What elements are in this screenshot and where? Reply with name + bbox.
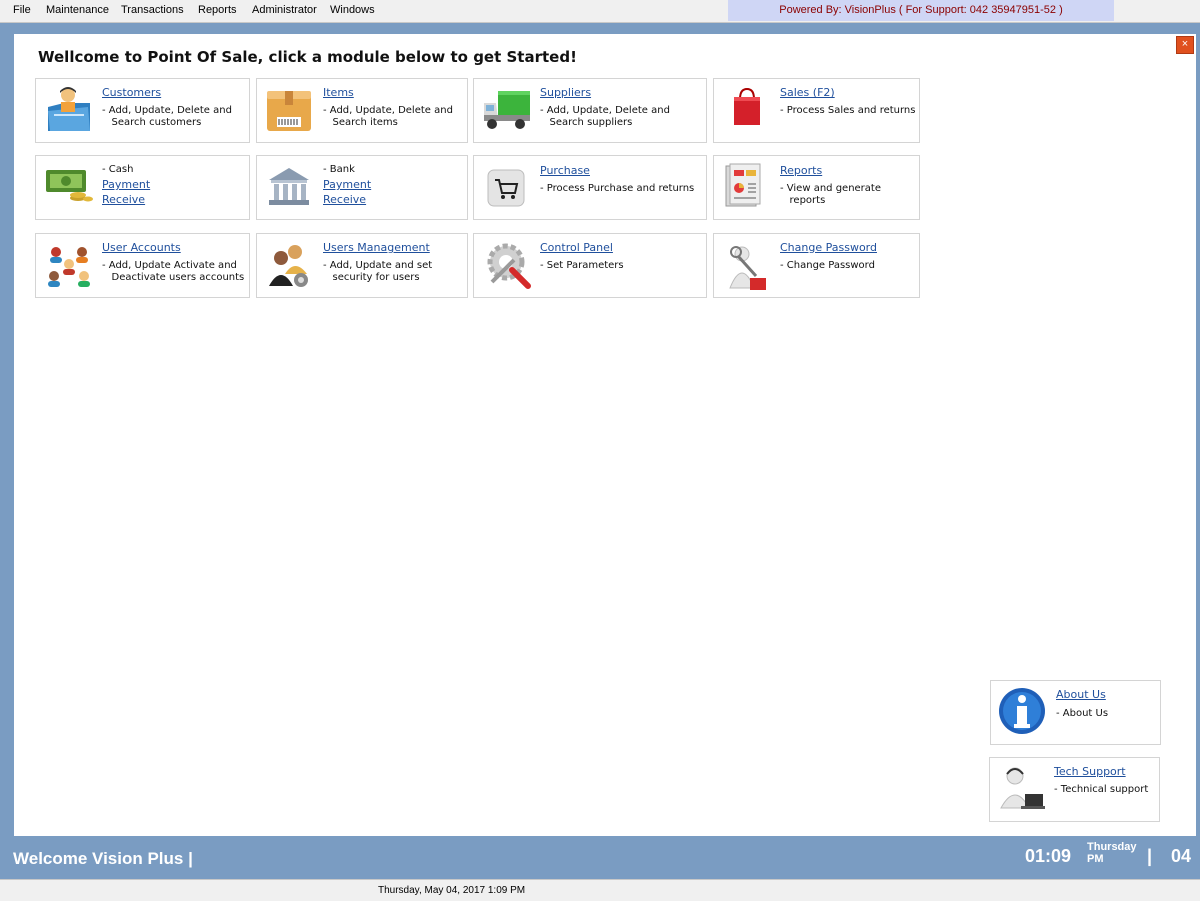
customers-icon [48,87,90,131]
module-control-panel[interactable]: Control Panel - Set Parameters [473,233,707,298]
status-datetime: Thursday, May 04, 2017 1:09 PM [378,885,526,896]
about-us-link[interactable]: About Us [1056,688,1106,701]
sales-link[interactable]: Sales (F2) [780,86,835,99]
users-management-icon [269,245,308,287]
reports-link[interactable]: Reports [780,164,822,177]
items-desc: - Add, Update, Delete and Search items [323,105,453,128]
module-sales[interactable]: Sales (F2) - Process Sales and returns [713,78,920,143]
module-about-us[interactable]: About Us - About Us [990,680,1161,745]
cash-receive-link[interactable]: Receive [102,193,145,206]
powered-by-banner: Powered By: VisionPlus ( For Support: 04… [728,0,1114,21]
bank-payment-link[interactable]: Payment [323,178,371,191]
module-bank[interactable]: - Bank Payment Receive [256,155,468,220]
bank-label: - Bank [323,164,355,175]
module-user-accounts[interactable]: User Accounts - Add, Update Activate and… [35,233,250,298]
purchase-link[interactable]: Purchase [540,164,590,177]
user-accounts-icon [48,247,90,287]
truck-icon [484,91,530,129]
change-password-link[interactable]: Change Password [780,241,877,254]
footer-day-name: Thursday [1087,841,1137,853]
control-panel-link[interactable]: Control Panel [540,241,613,254]
shopping-cart-icon [487,169,525,207]
customers-link[interactable]: Customers [102,86,161,99]
footer-ampm: PM [1087,853,1104,865]
control-panel-gear-icon [487,243,531,289]
control-panel-desc: - Set Parameters [540,260,624,271]
module-items[interactable]: Items - Add, Update, Delete and Search i… [256,78,468,143]
module-change-password[interactable]: Change Password - Change Password [713,233,920,298]
cash-money-icon [46,170,93,202]
page-title: Wellcome to Point Of Sale, click a modul… [38,48,577,66]
about-us-desc: - About Us [1056,708,1109,719]
module-customers[interactable]: Customers - Add, Update, Delete and Sear… [35,78,250,143]
menu-bar: File Maintenance Transactions Reports Ad… [0,0,1200,23]
footer-separator: | [1147,846,1153,866]
change-password-key-icon [729,246,766,290]
menu-maintenance[interactable]: Maintenance [46,4,109,16]
suppliers-desc: - Add, Update, Delete and Search supplie… [540,105,670,128]
module-tech-support[interactable]: Tech Support - Technical support [989,757,1160,822]
footer-day-number: 04 [1171,846,1192,866]
footer-welcome-text: Welcome Vision Plus | [13,849,193,868]
users-management-link[interactable]: Users Management [323,241,430,254]
suppliers-link[interactable]: Suppliers [540,86,591,99]
shopping-bag-icon [734,87,760,125]
tech-support-link[interactable]: Tech Support [1054,765,1126,778]
info-icon [999,688,1045,734]
tech-support-desc: - Technical support [1054,784,1149,795]
reports-desc: - View and generate reports [780,183,881,206]
user-accounts-link[interactable]: User Accounts [102,241,181,254]
bank-receive-link[interactable]: Receive [323,193,366,206]
cash-payment-link[interactable]: Payment [102,178,150,191]
menu-reports[interactable]: Reports [198,4,237,16]
cash-label: - Cash [102,164,134,175]
change-password-desc: - Change Password [780,260,875,271]
reports-document-icon [725,163,761,207]
tech-support-headset-icon [1000,767,1045,809]
purchase-desc: - Process Purchase and returns [540,183,695,194]
customers-desc: - Add, Update, Delete and Search custome… [102,105,232,128]
module-reports[interactable]: Reports - View and generate reports [713,155,920,220]
module-purchase[interactable]: Purchase - Process Purchase and returns [473,155,707,220]
user-accounts-desc: - Add, Update Activate and Deactivate us… [102,260,245,283]
menu-transactions[interactable]: Transactions [121,4,184,16]
menu-file[interactable]: File [13,4,31,16]
menu-administrator[interactable]: Administrator [252,4,317,16]
module-suppliers[interactable]: Suppliers - Add, Update, Delete and Sear… [473,78,707,143]
users-management-desc: - Add, Update and set security for users [323,260,433,283]
module-cash[interactable]: - Cash Payment Receive [35,155,250,220]
footer-day: Thursday PM [1087,841,1137,865]
close-button[interactable]: × [1176,36,1194,54]
module-users-management[interactable]: Users Management - Add, Update and set s… [256,233,468,298]
items-link[interactable]: Items [323,86,354,99]
footer-clock: 01:09 [1025,846,1072,866]
menu-windows[interactable]: Windows [330,4,375,16]
bank-building-icon [269,168,309,205]
items-box-icon [267,91,311,131]
status-bar: Thursday, May 04, 2017 1:09 PM [0,879,1200,901]
sales-desc: - Process Sales and returns [780,105,916,116]
